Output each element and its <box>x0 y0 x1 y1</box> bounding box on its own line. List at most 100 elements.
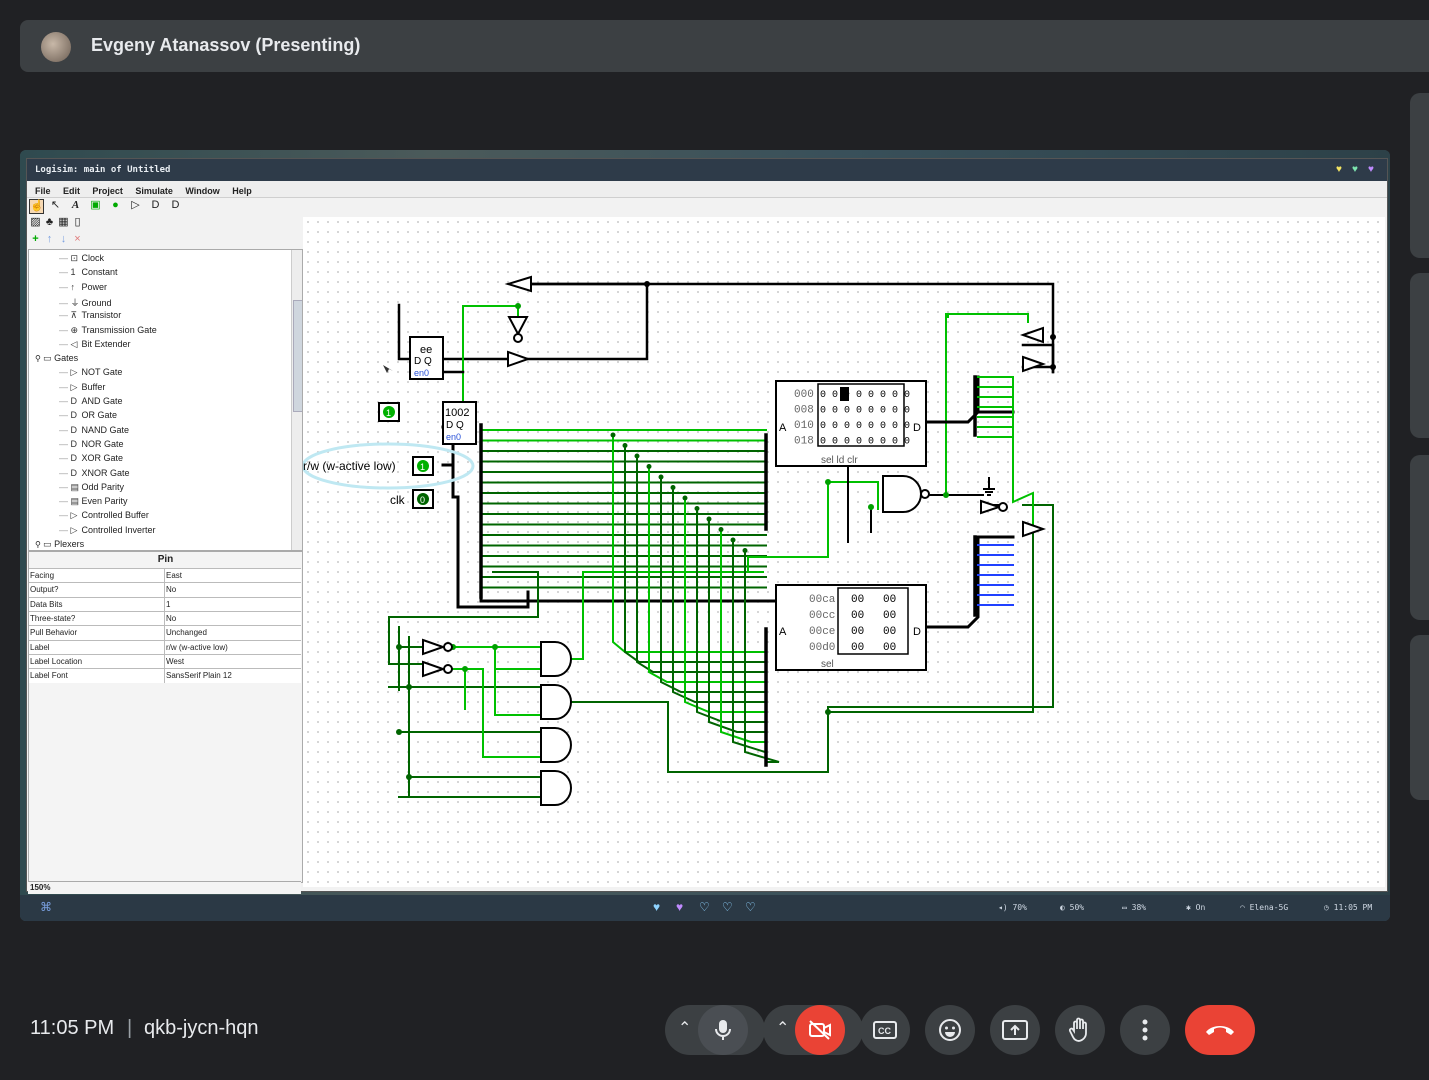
attribute-row[interactable]: Facing East <box>29 568 301 583</box>
or-gate-tool-icon[interactable]: D <box>169 199 182 212</box>
reg1-dq: D Q <box>414 356 432 367</box>
launcher-icon[interactable]: ⌘ <box>40 900 52 914</box>
move-down-icon[interactable]: ↓ <box>57 233 70 246</box>
menu-help[interactable]: Help <box>232 183 252 199</box>
raise-hand-button[interactable] <box>1055 1005 1105 1055</box>
blue-wire <box>977 544 1014 606</box>
tree-item-power[interactable]: — ↑ Power <box>59 282 107 292</box>
circuit-canvas[interactable]: ee D Q en0 1002 D Q en0 1 r/w (w-active … <box>303 217 1385 887</box>
output-pin-icon[interactable]: ● <box>109 199 122 212</box>
and-gate-tool-icon[interactable]: D <box>149 199 162 212</box>
buffer-icon: ▷ <box>70 381 78 392</box>
attribute-value[interactable]: r/w (w-active low) <box>166 643 228 652</box>
tree-item-xor-gate[interactable]: — D XOR Gate <box>59 453 123 463</box>
scroll-thumb[interactable] <box>293 300 302 412</box>
participant-tile[interactable] <box>1410 455 1429 620</box>
dark-wire <box>388 571 539 618</box>
tree-item-not-gate[interactable]: — ▷ NOT Gate <box>59 367 122 378</box>
workspace-heart-icon[interactable]: ♥ <box>676 900 683 914</box>
minimize-heart-icon[interactable]: ♥ <box>1336 164 1342 175</box>
tree-item-transmission-gate[interactable]: — ⊕ Transmission Gate <box>59 325 157 336</box>
poke-tool-icon[interactable]: ☝ <box>29 199 44 214</box>
not-gate-tool-icon[interactable]: ▷ <box>129 199 142 212</box>
zoom-box[interactable]: 150% <box>28 881 301 894</box>
reactions-button[interactable] <box>925 1005 975 1055</box>
menu-file[interactable]: File <box>35 183 51 199</box>
attribute-row[interactable]: Three-state? No <box>29 610 301 626</box>
leave-call-button[interactable] <box>1185 1005 1255 1055</box>
text-tool-icon[interactable]: A <box>69 199 82 212</box>
tree-item-even-parity[interactable]: — ▤ Even Parity <box>59 496 128 507</box>
mic-options-chevron-icon[interactable]: ⌃ <box>678 1018 691 1038</box>
add-circuit-icon[interactable]: + <box>29 233 42 246</box>
tree-item-ground[interactable]: — ⏚ Ground <box>59 296 112 309</box>
attribute-value[interactable]: East <box>166 571 182 580</box>
workspace-heart-icon[interactable]: ♡ <box>699 900 710 914</box>
or-gate-icon: D <box>70 410 78 421</box>
workspace-heart-icon[interactable]: ♥ <box>653 900 660 914</box>
tree-item-constant[interactable]: — 1 Constant <box>59 267 118 277</box>
attribute-value[interactable]: SansSerif Plain 12 <box>166 671 232 680</box>
camera-options-chevron-icon[interactable]: ⌃ <box>776 1018 789 1038</box>
participant-tile[interactable] <box>1410 635 1429 800</box>
wire-junction <box>646 464 652 469</box>
layout-view-icon[interactable]: ▨ <box>29 216 42 229</box>
tree-item-xnor-gate[interactable]: — D XNOR Gate <box>59 468 130 478</box>
window-title: Logisim: main of Untitled <box>35 165 171 175</box>
expand-toggle-icon[interactable]: ⚲ <box>35 354 43 363</box>
close-heart-icon[interactable]: ♥ <box>1368 164 1374 175</box>
tree-item-transistor[interactable]: — ⊼ Transistor <box>59 310 121 321</box>
tree-item-clock[interactable]: — ⊡ Clock <box>59 253 104 264</box>
rom-d-label: D <box>913 626 921 638</box>
attribute-value[interactable]: Unchanged <box>166 628 207 637</box>
tree-item-controlled-inverter[interactable]: — ▷ Controlled Inverter <box>59 525 156 536</box>
captions-button[interactable]: CC <box>860 1005 910 1055</box>
attribute-value[interactable]: West <box>166 657 184 666</box>
attribute-row[interactable]: Label Font SansSerif Plain 12 <box>29 668 301 684</box>
mic-button[interactable] <box>698 1005 748 1055</box>
appearance-view-icon[interactable]: ♣ <box>43 216 56 229</box>
camera-off-button[interactable] <box>795 1005 845 1055</box>
attribute-row[interactable]: Label r/w (w-active low) <box>29 639 301 655</box>
expand-toggle-icon[interactable]: ⚲ <box>35 540 43 549</box>
maximize-heart-icon[interactable]: ♥ <box>1352 164 1358 175</box>
participant-tile[interactable] <box>1410 273 1429 438</box>
input-pin-icon[interactable]: ▣ <box>89 199 102 212</box>
delete-circuit-icon[interactable]: × <box>71 233 84 246</box>
attribute-value[interactable]: 1 <box>166 600 170 609</box>
tree-item-odd-parity[interactable]: — ▤ Odd Parity <box>59 482 124 493</box>
attribute-row[interactable]: Data Bits 1 <box>29 596 301 612</box>
logisim-window: Logisim: main of Untitled ♥ ♥ ♥ File Edi… <box>26 158 1388 894</box>
tree-item-or-gate[interactable]: — D OR Gate <box>59 410 117 420</box>
attribute-row[interactable]: Output? No <box>29 582 301 598</box>
menu-window[interactable]: Window <box>185 183 219 199</box>
attribute-value[interactable]: No <box>166 614 176 623</box>
tree-item-buffer[interactable]: — ▷ Buffer <box>59 382 105 393</box>
sim-view-icon[interactable]: ▯ <box>71 216 84 229</box>
tree-item-controlled-buffer[interactable]: — ▷ Controlled Buffer <box>59 510 149 521</box>
tree-scrollbar[interactable] <box>291 250 302 550</box>
menu-simulate[interactable]: Simulate <box>135 183 173 199</box>
select-tool-icon[interactable]: ↖ <box>49 199 62 212</box>
attribute-value[interactable]: No <box>166 585 176 594</box>
workspace-heart-icon[interactable]: ♡ <box>745 900 756 914</box>
dark-wire <box>570 701 669 773</box>
move-up-icon[interactable]: ↑ <box>43 233 56 246</box>
green-wire <box>442 305 519 410</box>
menu-project[interactable]: Project <box>92 183 123 199</box>
attribute-row[interactable]: Label Location West <box>29 653 301 669</box>
more-options-button[interactable] <box>1120 1005 1170 1055</box>
menu-edit[interactable]: Edit <box>63 183 80 199</box>
present-button[interactable] <box>990 1005 1040 1055</box>
table-view-icon[interactable]: ▦ <box>57 216 70 229</box>
ram-cells: 0 0 0 0 0 0 0 0 <box>820 421 910 432</box>
tree-item-plexers[interactable]: ⚲ ▭ Plexers <box>35 539 84 550</box>
attribute-row[interactable]: Pull Behavior Unchanged <box>29 625 301 641</box>
tree-item-and-gate[interactable]: — D AND Gate <box>59 396 123 406</box>
tree-item-nand-gate[interactable]: — D NAND Gate <box>59 425 129 435</box>
participant-tile[interactable] <box>1410 93 1429 258</box>
workspace-heart-icon[interactable]: ♡ <box>722 900 733 914</box>
tree-item-bit-extender[interactable]: — ◁ Bit Extender <box>59 339 131 350</box>
tree-item-gates[interactable]: ⚲ ▭ Gates <box>35 353 78 364</box>
tree-item-nor-gate[interactable]: — D NOR Gate <box>59 439 124 449</box>
